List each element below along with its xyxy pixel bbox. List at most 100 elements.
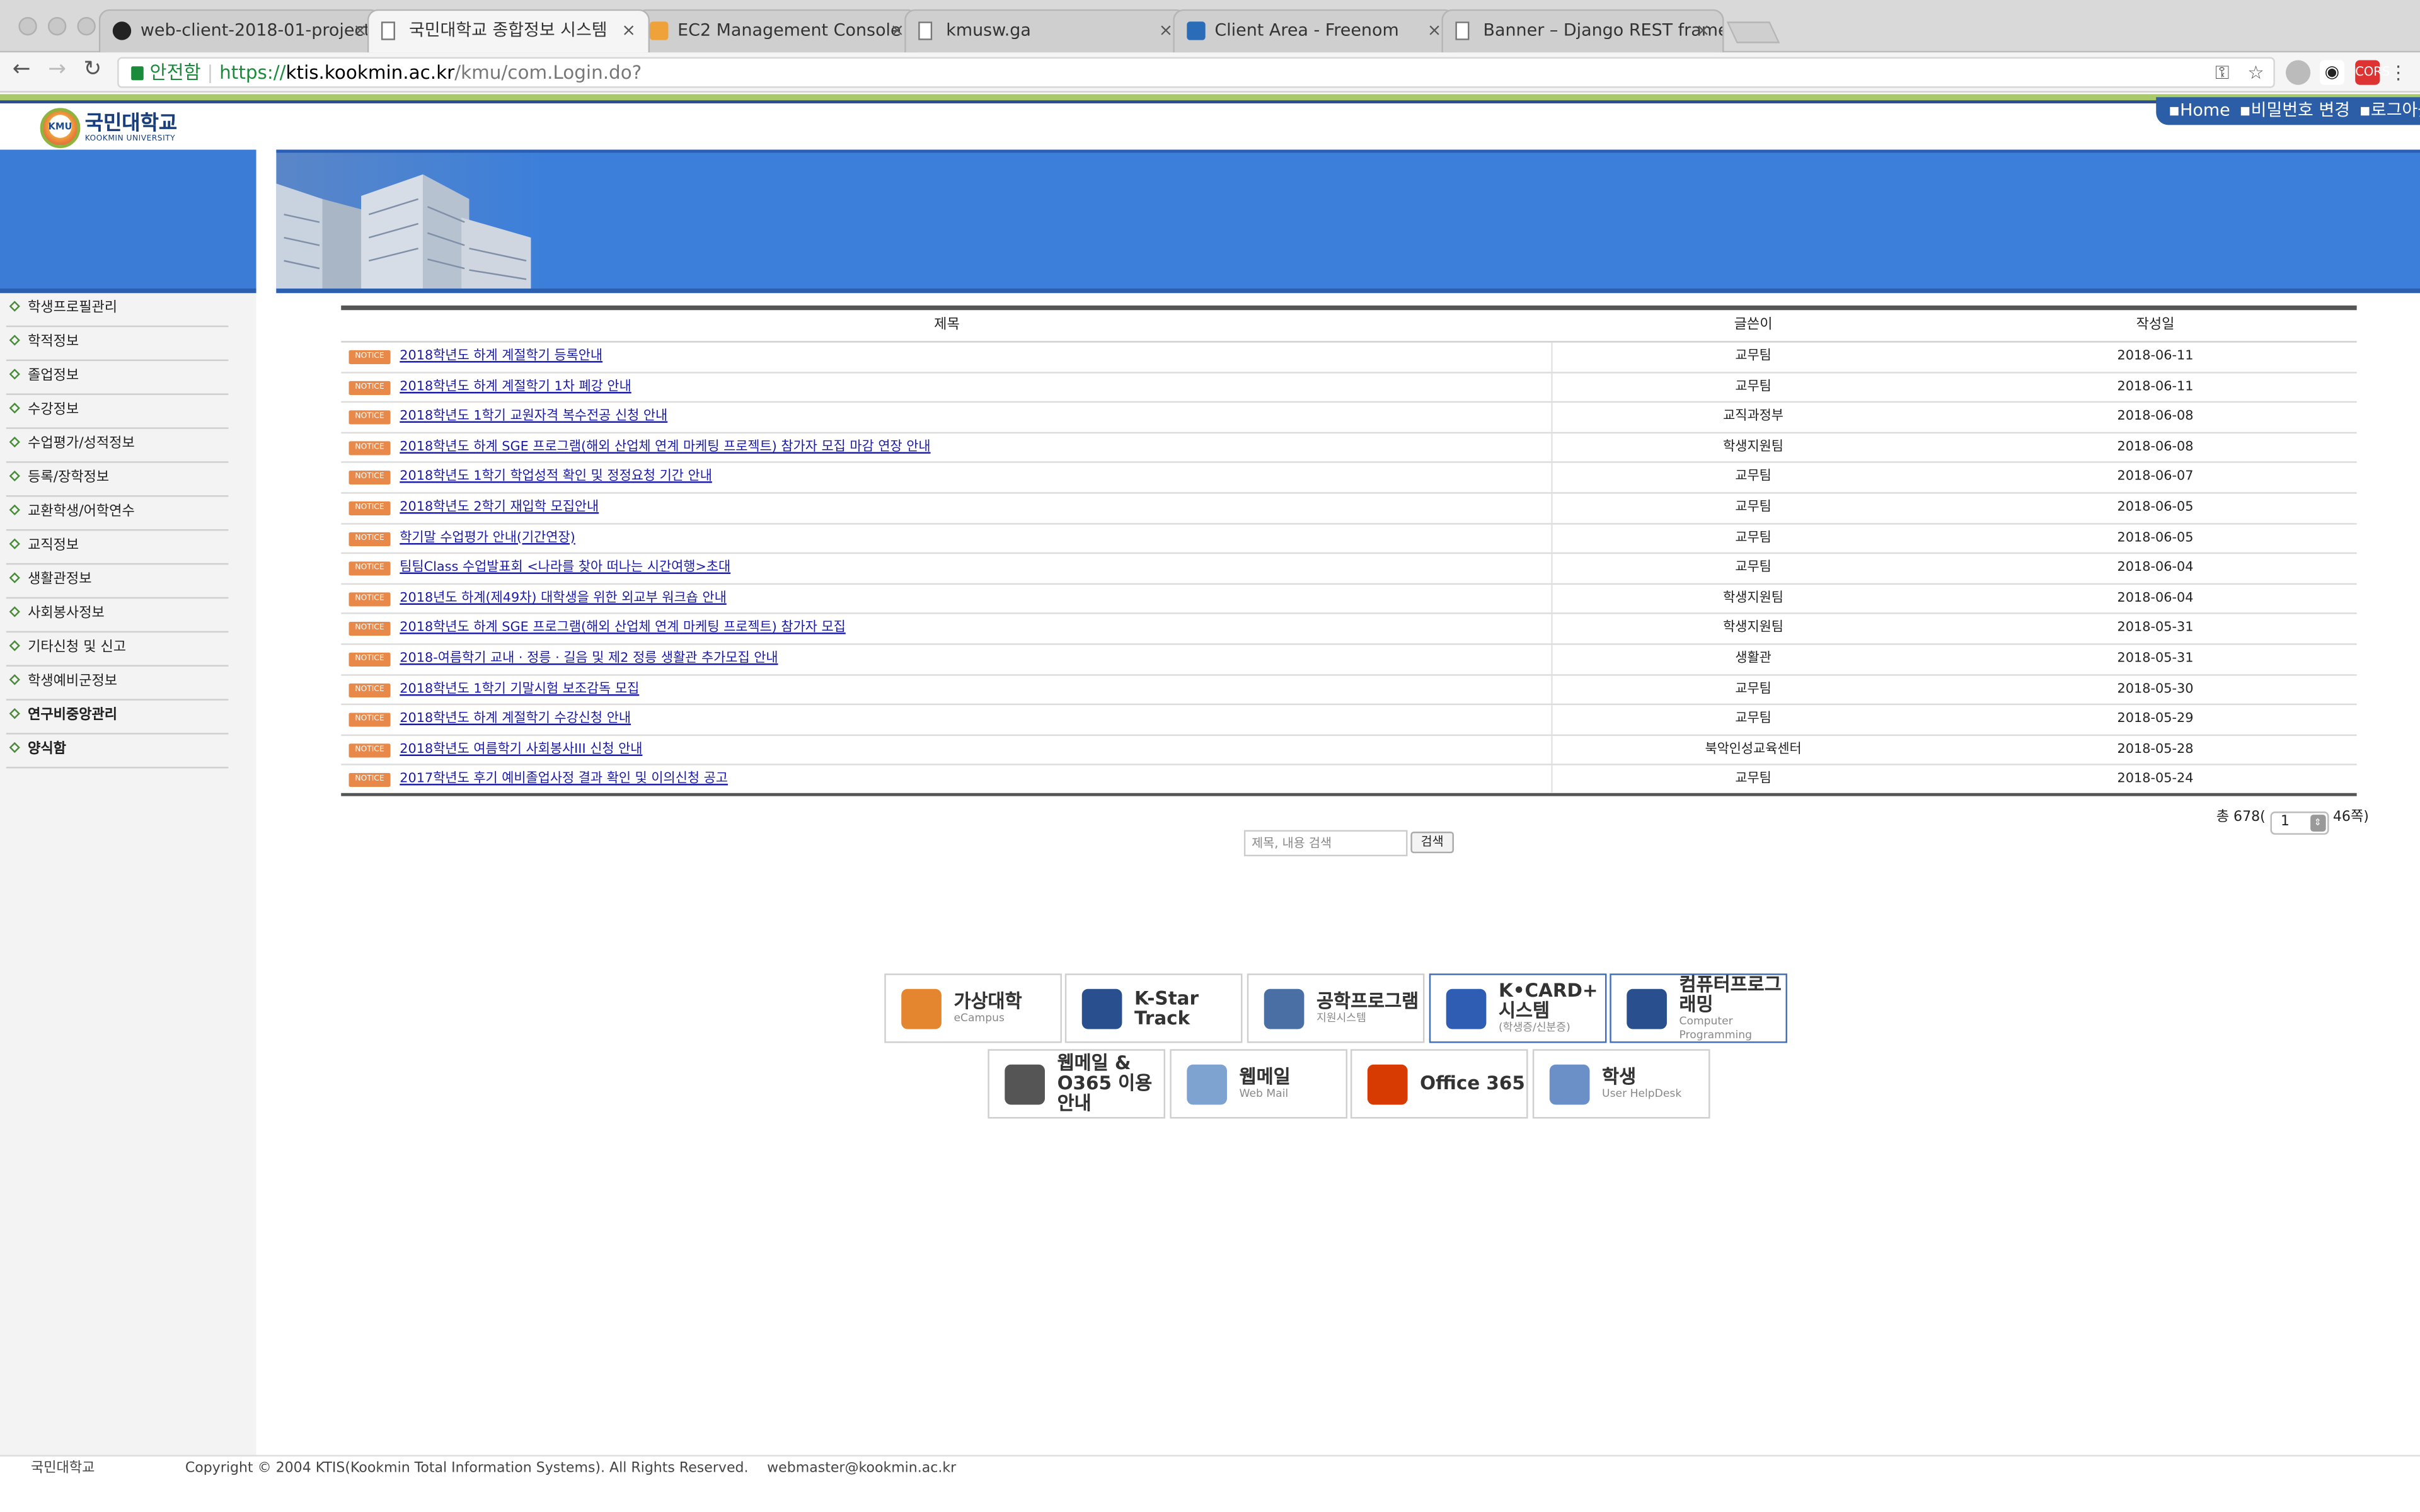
table-row: NOTICE 2018-여름학기 교내 · 정릉 · 길음 및 제2 정릉 생활관… [341,644,2357,675]
search-button[interactable]: 검색 [1410,832,1454,854]
sidebar-item[interactable]: 수강정보 [6,395,229,429]
sidebar-item[interactable]: 양식함 [6,735,229,769]
notice-link[interactable]: 2018학년도 1학기 학업성적 확인 및 정정요청 기간 안내 [400,469,712,484]
quicklink-banner[interactable]: 컴퓨터프로그래밍 Computer Programming [1610,973,1787,1043]
sidebar-item[interactable]: 기타신청 및 신고 [6,633,229,667]
tab-close-icon[interactable]: × [890,11,905,51]
extension-circle-icon[interactable] [2285,60,2311,85]
notice-badge: NOTICE [349,531,391,546]
browser-tab[interactable]: Banner – Django REST framew × [1441,9,1724,53]
key-icon[interactable]: ⚿ [2215,62,2229,83]
browser-tab[interactable]: 국민대학교 종합정보 시스템 × [367,9,650,53]
sidebar-item[interactable]: 생활관정보 [6,564,229,599]
notice-link[interactable]: 학기말 수업평가 안내(기간연장) [400,530,575,545]
extension-glasses-icon[interactable]: ◉ [2319,60,2345,85]
tab-close-icon[interactable]: × [621,11,636,51]
notice-title-cell: NOTICE 2018학년도 하계 SGE 프로그램(해외 산업체 연계 마케팅 … [341,614,1553,644]
browser-tab[interactable]: Client Area - Freenom × [1173,9,1456,53]
extension-cors-icon[interactable]: CORS [2355,60,2390,85]
footer-org: 국민대학교 [30,1461,95,1477]
diamond-bullet-icon [9,538,20,549]
notice-link[interactable]: 2018학년도 2학기 재입학 모집안내 [400,500,599,515]
diamond-bullet-icon [9,674,20,685]
browser-menu-icon[interactable]: ⋮ [2386,60,2411,85]
tab-close-icon[interactable]: × [1696,11,1710,51]
quicklink-banner[interactable]: 웹메일 & O365 이용 안내 [988,1049,1165,1119]
notice-author: 교무팀 [1735,348,1772,364]
user-menu-item[interactable]: ▪Home [2169,100,2235,120]
page-select[interactable]: 1 ⇕ [2269,811,2329,835]
notice-date: 2018-05-31 [2117,651,2194,667]
bookmark-star-icon[interactable]: ☆ [2247,62,2264,83]
browser-tab[interactable]: EC2 Management Console × [635,9,919,53]
address-bar[interactable]: 안전함 | https://ktis.kookmin.ac.kr/kmu/com.L… [117,57,2275,88]
notice-author: 교무팀 [1735,379,1772,394]
notice-title-cell: NOTICE 2018-여름학기 교내 · 정릉 · 길음 및 제2 정릉 생활관… [341,644,1553,674]
close-window-button[interactable] [18,16,37,36]
address-separator: | [207,61,214,84]
notice-date: 2018-05-28 [2117,742,2194,757]
kmu-logo[interactable]: KMU 국민대학교 KOOKMIN UNIVERSITY [40,108,177,149]
sidebar-item[interactable]: 등록/장학정보 [6,463,229,497]
notice-badge: NOTICE [349,561,391,576]
browser-tab[interactable]: web-client-2018-01-project-z × [98,9,381,53]
notice-link[interactable]: 2018학년도 하계 SGE 프로그램(해외 산업체 연계 마케팅 프로젝트) … [400,621,846,636]
quicklink-text: 가상대학 eCampus [954,990,1022,1025]
reload-icon[interactable]: ↻ [77,57,108,82]
notice-link[interactable]: 2018년도 하계(제49차) 대학생을 위한 외교부 워크숍 안내 [400,590,726,605]
sidebar-item[interactable]: 학생예비군정보 [6,667,229,701]
quicklink-banner[interactable]: 가상대학 eCampus [884,973,1062,1043]
quicklink-text: 웹메일 & O365 이용 안내 [1057,1053,1164,1114]
quicklink-logo-icon [1081,988,1122,1029]
notice-date: 2018-05-29 [2117,711,2194,727]
notice-author: 교무팀 [1735,711,1772,727]
notice-link[interactable]: 2018-여름학기 교내 · 정릉 · 길음 및 제2 정릉 생활관 추가모집 … [400,651,778,666]
quicklink-banner[interactable]: K-Star Track [1064,973,1243,1043]
notice-link[interactable]: 2018학년도 하계 계절학기 등록안내 [400,348,602,364]
sidebar-item-label: 수강정보 [28,403,79,418]
tab-close-icon[interactable]: × [1159,11,1173,51]
sidebar-item[interactable]: 교환학생/어학연수 [6,497,229,531]
sidebar-item[interactable]: 사회봉사정보 [6,598,229,633]
tab-close-icon[interactable]: × [353,11,367,51]
back-arrow-icon[interactable]: ← [6,57,37,82]
sidebar-item[interactable]: 학적정보 [6,327,229,362]
sidebar-item[interactable]: 학생프로필관리 [6,293,229,328]
quicklink-banner[interactable]: Office 365 [1350,1049,1528,1119]
notice-link[interactable]: 팀팀Class 수업발표회 <나라를 찾아 떠나는 시간여행>초대 [400,560,730,575]
notice-link[interactable]: 2018학년도 1학기 교원자격 복수전공 신청 안내 [400,409,667,424]
user-menu-item[interactable]: ▪비밀번호 변경 [2239,100,2354,120]
notice-link[interactable]: 2018학년도 하계 계절학기 1차 폐강 안내 [400,379,631,394]
notice-link[interactable]: 2018학년도 여름학기 사회봉사III 신청 안내 [400,742,642,757]
notice-link[interactable]: 2018학년도 하계 계절학기 수강신청 안내 [400,711,631,726]
sidebar-item-label: 등록/장학정보 [28,470,110,486]
notice-date: 2018-06-05 [2117,500,2194,515]
minimize-window-button[interactable] [47,16,67,36]
quicklink-logo-icon [901,988,942,1029]
notice-link[interactable]: 2018학년도 1학기 기말시험 보조감독 모집 [400,681,639,696]
table-row: NOTICE 2018학년도 2학기 재입학 모집안내 교무팀 2018-06-05 [341,493,2357,524]
notice-title-cell: NOTICE 2018학년도 1학기 학업성적 확인 및 정정요청 기간 안내 [341,463,1553,493]
zoom-window-button[interactable] [77,16,96,36]
tab-title: web-client-2018-01-project-z [140,20,381,40]
quicklink-banner[interactable]: K•CARD+ 시스템 (학생증/신분증) [1429,973,1607,1043]
browser-tab[interactable]: kmusw.ga × [904,9,1187,53]
quicklink-banner[interactable]: 학생 User HelpDesk [1532,1049,1710,1119]
sidebar-item[interactable]: 교직정보 [6,530,229,565]
forward-arrow-icon[interactable]: → [42,57,72,82]
sidebar-item[interactable]: 수업평가/성적정보 [6,429,229,463]
sidebar-item[interactable]: 졸업정보 [6,361,229,395]
diamond-bullet-icon [9,572,20,583]
new-tab-button[interactable] [1726,21,1780,43]
sidebar-item[interactable]: 연구비중앙관리 [6,701,229,735]
notice-link[interactable]: 2017학년도 후기 예비졸업사정 결과 확인 및 이의신청 공고 [400,772,728,787]
quicklink-banner[interactable]: 웹메일 Web Mail [1170,1049,1347,1119]
url-scheme: https:// [219,61,286,84]
notice-link[interactable]: 2018학년도 하계 SGE 프로그램(해외 산업체 연계 마케팅 프로젝트) … [400,439,930,454]
quicklink-banner[interactable]: 공학프로그램 지원시스템 [1247,973,1425,1043]
footer-email[interactable]: webmaster@kookmin.ac.kr [767,1457,956,1481]
search-input[interactable]: 제목, 내용 검색 [1243,830,1408,857]
tab-close-icon[interactable]: × [1427,11,1442,51]
sidebar-item-label: 양식함 [28,742,66,758]
user-menu-item[interactable]: ▪로그아웃 [2360,100,2420,120]
